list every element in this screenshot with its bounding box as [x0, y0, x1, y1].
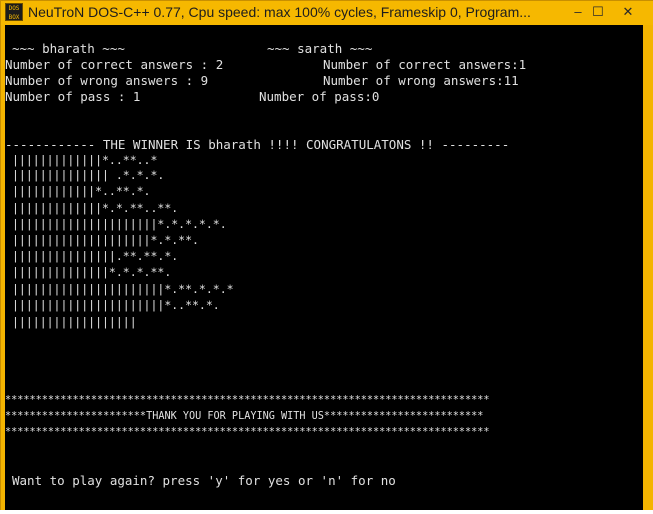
winner-banner: ------------ THE WINNER IS bharath !!!! … — [5, 137, 510, 152]
thanks-border-bottom: ****************************************… — [5, 427, 490, 438]
ascii-art-row: |||||||||||||||||| — [12, 315, 137, 329]
title-bar[interactable]: DOS BOX NeuTroN DOS-C++ 0.77, Cpu speed:… — [1, 1, 653, 25]
close-button[interactable]: ✕ — [608, 3, 648, 21]
player1-correct: Number of correct answers : 2 — [5, 57, 224, 72]
desktop-strip — [0, 510, 653, 514]
ascii-art-row: |||||||||||||*.*.**..**. — [12, 201, 179, 215]
ascii-art-row: |||||||||||||| .*.*.*. — [12, 168, 165, 182]
dosbox-app-icon[interactable]: DOS BOX — [5, 3, 23, 21]
ascii-art-row: ||||||||||||||||||||||*..**.*. — [12, 298, 220, 312]
ascii-art-row: |||||||||||||*..**..* — [12, 153, 158, 167]
player2-header: ~~~ sarath ~~~ — [267, 41, 373, 56]
player1-pass: Number of pass : 1 — [5, 89, 141, 104]
minimize-button[interactable]: – — [568, 3, 588, 21]
thanks-message: ***********************THANK YOU FOR PLA… — [5, 411, 484, 422]
terminal-text-area: ~~~ bharath ~~~ ~~~ sarath ~~~ Number of… — [5, 25, 643, 511]
ascii-art-row: |||||||||||||||||||||*.*.*.*.*. — [12, 217, 227, 231]
player1-header: ~~~ bharath ~~~ — [12, 41, 125, 56]
maximize-button[interactable]: ☐ — [588, 3, 608, 21]
window-title: NeuTroN DOS-C++ 0.77, Cpu speed: max 100… — [28, 4, 531, 20]
player2-correct: Number of correct answers:1 — [323, 57, 527, 72]
ascii-art-row: ||||||||||||||||||||*.*.**. — [12, 233, 199, 247]
window-controls: – ☐ ✕ — [568, 3, 648, 21]
ascii-art-row: |||||||||||||||.**.**.*. — [12, 249, 179, 263]
ascii-art-row: ||||||||||||||||||||||*.**.*.*.* — [12, 282, 234, 296]
dosbox-window: DOS BOX NeuTroN DOS-C++ 0.77, Cpu speed:… — [0, 0, 653, 514]
thanks-border-top: ****************************************… — [5, 395, 490, 406]
player2-pass: Number of pass:0 — [259, 89, 380, 104]
terminal-screen[interactable]: ~~~ bharath ~~~ ~~~ sarath ~~~ Number of… — [5, 25, 643, 511]
ascii-art-row: ||||||||||||*..**.*. — [12, 184, 151, 198]
player1-wrong: Number of wrong answers : 9 — [5, 73, 209, 88]
player2-wrong: Number of wrong answers:11 — [323, 73, 519, 88]
ascii-art-row: ||||||||||||||*.*.*.**. — [12, 265, 172, 279]
window-right-border — [643, 25, 653, 511]
play-again-prompt: Want to play again? press 'y' for yes or… — [12, 473, 396, 488]
